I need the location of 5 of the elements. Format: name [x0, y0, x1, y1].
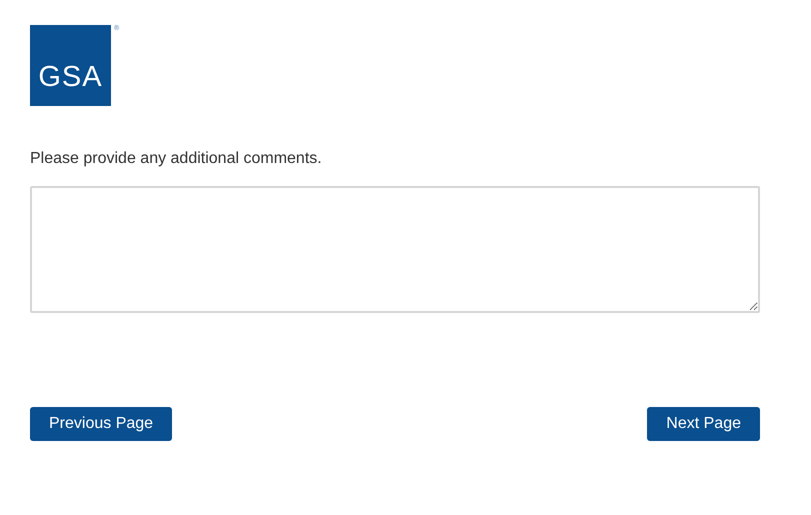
next-page-button[interactable]: Next Page: [647, 407, 760, 441]
previous-page-button[interactable]: Previous Page: [30, 407, 172, 441]
question-label: Please provide any additional comments.: [30, 150, 323, 168]
logo: GSA: [30, 25, 111, 106]
comment-field[interactable]: [30, 186, 760, 313]
